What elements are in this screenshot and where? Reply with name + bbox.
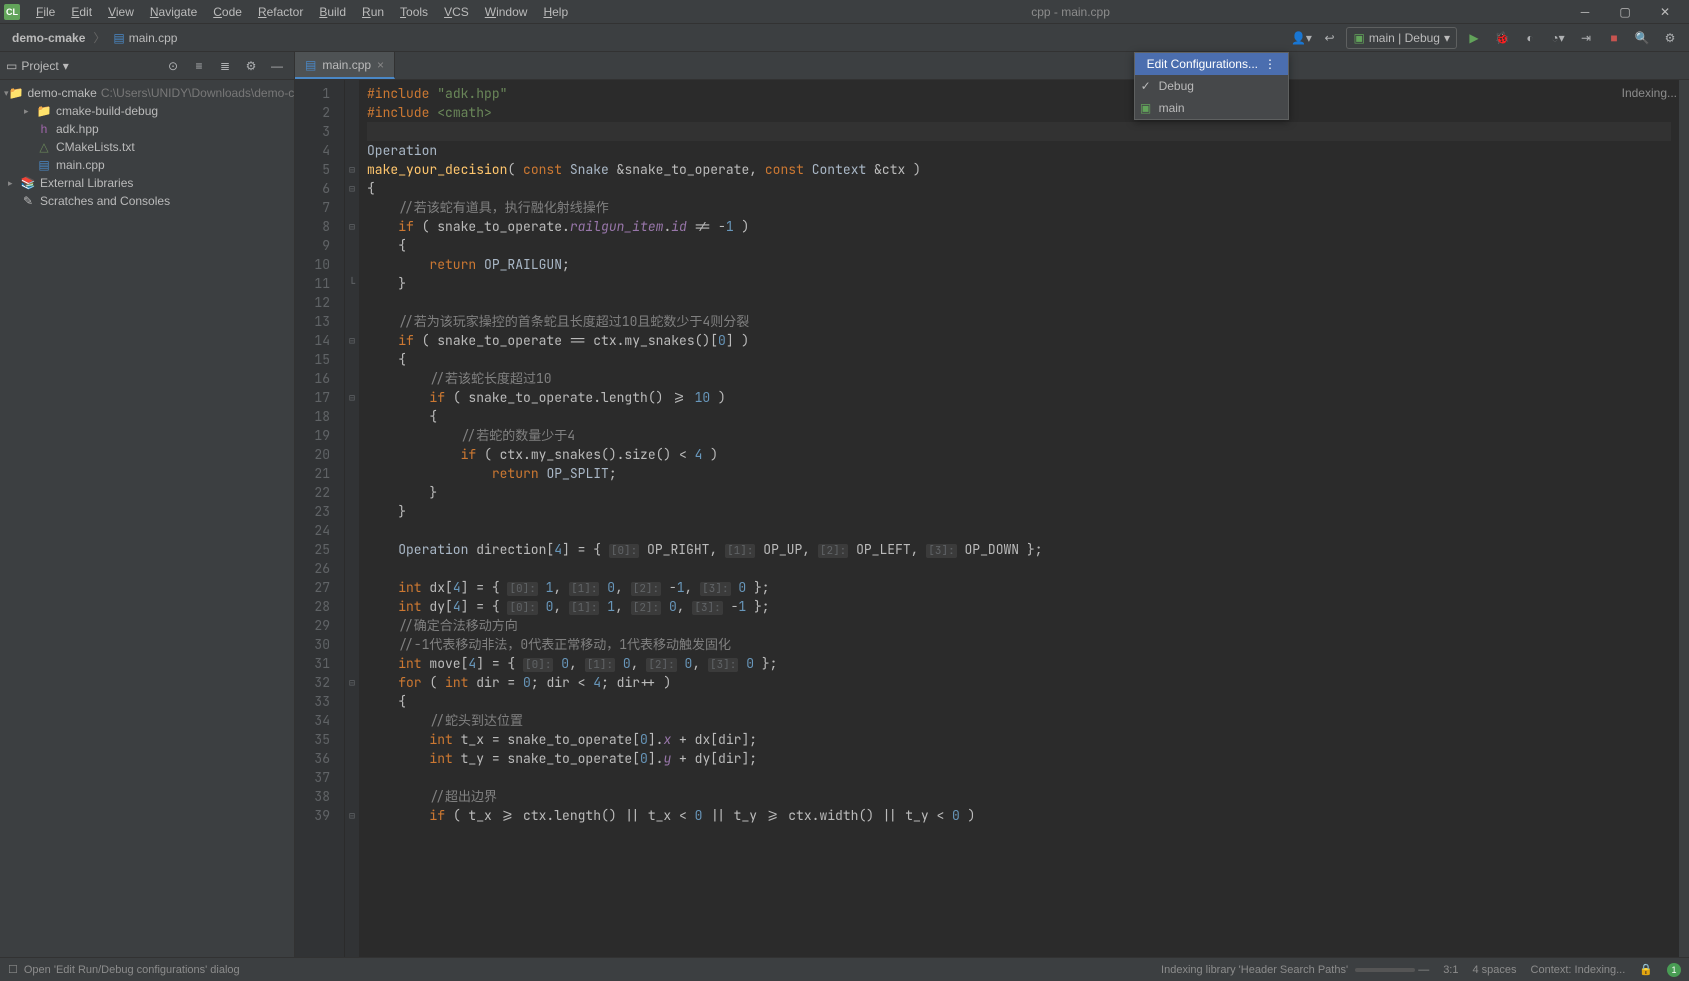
breadcrumb-separator-icon: 〉	[93, 29, 105, 46]
tree-node[interactable]: ▸📁cmake-build-debug	[0, 102, 294, 120]
search-icon[interactable]: 🔍	[1631, 27, 1653, 49]
menu-help[interactable]: Help	[535, 0, 576, 24]
breadcrumb: demo-cmake 〉 ▤ main.cpp	[0, 29, 189, 47]
run-config-main-item[interactable]: ▣ main	[1135, 97, 1288, 119]
maximize-button[interactable]: ▢	[1605, 0, 1645, 24]
context-status[interactable]: Context: Indexing...	[1531, 964, 1626, 976]
select-opened-file-icon[interactable]: ⊙	[162, 55, 184, 77]
cursor-position[interactable]: 3:1	[1443, 964, 1458, 976]
window-title: cpp - main.cpp	[576, 5, 1565, 19]
fold-gutter[interactable]: ⊟⊟⊟└⊟⊟⊟⊟	[345, 80, 359, 957]
tree-node[interactable]: ▾📁demo-cmakeC:\Users\UNIDY\Downloads\dem…	[0, 84, 294, 102]
debug-button[interactable]: 🐞	[1491, 27, 1513, 49]
run-button[interactable]: ▶	[1463, 27, 1485, 49]
menubar: CL FileEditViewNavigateCodeRefactorBuild…	[0, 0, 1689, 24]
chevron-down-icon: ▾	[1444, 31, 1450, 45]
folder-icon: 📁	[36, 104, 52, 118]
run-configuration-dropdown[interactable]: ▣ main | Debug ▾	[1346, 27, 1457, 49]
indexing-label: Indexing...	[1622, 86, 1677, 100]
minimap-scrollbar[interactable]	[1679, 80, 1689, 957]
attach-icon[interactable]: ⇥	[1575, 27, 1597, 49]
pause-icon[interactable]: —	[1418, 964, 1429, 976]
minimize-button[interactable]: ─	[1565, 0, 1605, 24]
indent-setting[interactable]: 4 spaces	[1472, 964, 1516, 976]
menu-vcs[interactable]: VCS	[436, 0, 477, 24]
cmake-icon: △	[36, 140, 52, 154]
settings-icon[interactable]: ⚙	[1659, 27, 1681, 49]
expand-all-icon[interactable]: ≡	[188, 55, 210, 77]
close-tab-icon[interactable]: ×	[377, 58, 384, 72]
code-editor[interactable]: #include "adk.hpp"#include <cmath> Opera…	[359, 80, 1679, 957]
inspection-indicator[interactable]: 1	[1667, 963, 1681, 977]
editor-area: ▤ main.cpp × Indexing... 123456789101112…	[295, 52, 1689, 957]
run-config-debug-item[interactable]: ✓ Debug	[1135, 75, 1288, 97]
menu-code[interactable]: Code	[205, 0, 250, 24]
project-panel-header: ▭ Project ▾ ⊙ ≡ ≣ ⚙ —	[0, 52, 294, 80]
cpp-file-icon: ▤	[305, 58, 316, 72]
add-user-icon[interactable]: 👤▾	[1290, 27, 1312, 49]
back-icon[interactable]: ↩	[1318, 27, 1340, 49]
navbar: demo-cmake 〉 ▤ main.cpp 👤▾ ↩ ▣ main | De…	[0, 24, 1689, 52]
project-panel: ▭ Project ▾ ⊙ ≡ ≣ ⚙ — ▾📁demo-cmakeC:\Use…	[0, 52, 295, 957]
menu-refactor[interactable]: Refactor	[250, 0, 311, 24]
tree-node[interactable]: ✎Scratches and Consoles	[0, 192, 294, 210]
chevron-down-icon[interactable]: ▾	[63, 59, 69, 73]
progress-bar	[1355, 968, 1415, 972]
hide-panel-icon[interactable]: —	[266, 55, 288, 77]
hpp-icon: h	[36, 122, 52, 136]
collapse-all-icon[interactable]: ≣	[214, 55, 236, 77]
menu-window[interactable]: Window	[477, 0, 536, 24]
cpp-icon: ▤	[36, 158, 52, 172]
run-config-menu: Edit Configurations... ⋮ ✓ Debug ▣ main	[1134, 52, 1289, 120]
stop-button[interactable]: ■	[1603, 27, 1625, 49]
menu-build[interactable]: Build	[311, 0, 354, 24]
tree-node[interactable]: △CMakeLists.txt	[0, 138, 294, 156]
tree-node[interactable]: ▸📚External Libraries	[0, 174, 294, 192]
lib-icon: 📚	[20, 176, 36, 190]
project-panel-icon: ▭	[6, 59, 17, 73]
app-logo: CL	[4, 4, 20, 20]
menu-file[interactable]: File	[28, 0, 63, 24]
project-panel-title[interactable]: Project	[21, 59, 58, 73]
coverage-icon[interactable]: ◐	[1519, 27, 1541, 49]
statusbar: ☐ Open 'Edit Run/Debug configurations' d…	[0, 957, 1689, 981]
menu-tools[interactable]: Tools	[392, 0, 436, 24]
menu-run[interactable]: Run	[354, 0, 392, 24]
line-number-gutter: 1234567891011121314151617181920212223242…	[295, 80, 345, 957]
tree-node[interactable]: ▤main.cpp	[0, 156, 294, 174]
check-icon: ✓	[1141, 79, 1151, 93]
menu-view[interactable]: View	[100, 0, 142, 24]
indexing-status[interactable]: Indexing library 'Header Search Paths' —	[1161, 964, 1429, 976]
close-window-button[interactable]: ✕	[1645, 0, 1685, 24]
cpp-file-icon: ▤	[113, 31, 124, 45]
profile-icon[interactable]: ◔▾	[1547, 27, 1569, 49]
project-tree: ▾📁demo-cmakeC:\Users\UNIDY\Downloads\dem…	[0, 80, 294, 214]
editor-tab-main-cpp[interactable]: ▤ main.cpp ×	[295, 52, 395, 79]
tool-window-quick-access-icon[interactable]: ☐	[8, 963, 18, 976]
gear-icon[interactable]: ⚙	[240, 55, 262, 77]
edit-configurations-item[interactable]: Edit Configurations... ⋮	[1135, 53, 1288, 75]
tree-node[interactable]: hadk.hpp	[0, 120, 294, 138]
scratch-icon: ✎	[20, 194, 36, 208]
lock-icon[interactable]: 🔒	[1639, 963, 1653, 976]
breadcrumb-file[interactable]: ▤ main.cpp	[109, 29, 181, 47]
breadcrumb-project[interactable]: demo-cmake	[8, 29, 89, 47]
editor-tabs: ▤ main.cpp ×	[295, 52, 1689, 80]
menu-edit[interactable]: Edit	[63, 0, 100, 24]
folder-icon: 📁	[9, 86, 24, 100]
app-icon: ▣	[1353, 31, 1364, 45]
app-icon: ▣	[1139, 101, 1153, 115]
menu-navigate[interactable]: Navigate	[142, 0, 205, 24]
status-message: Open 'Edit Run/Debug configurations' dia…	[24, 964, 240, 976]
